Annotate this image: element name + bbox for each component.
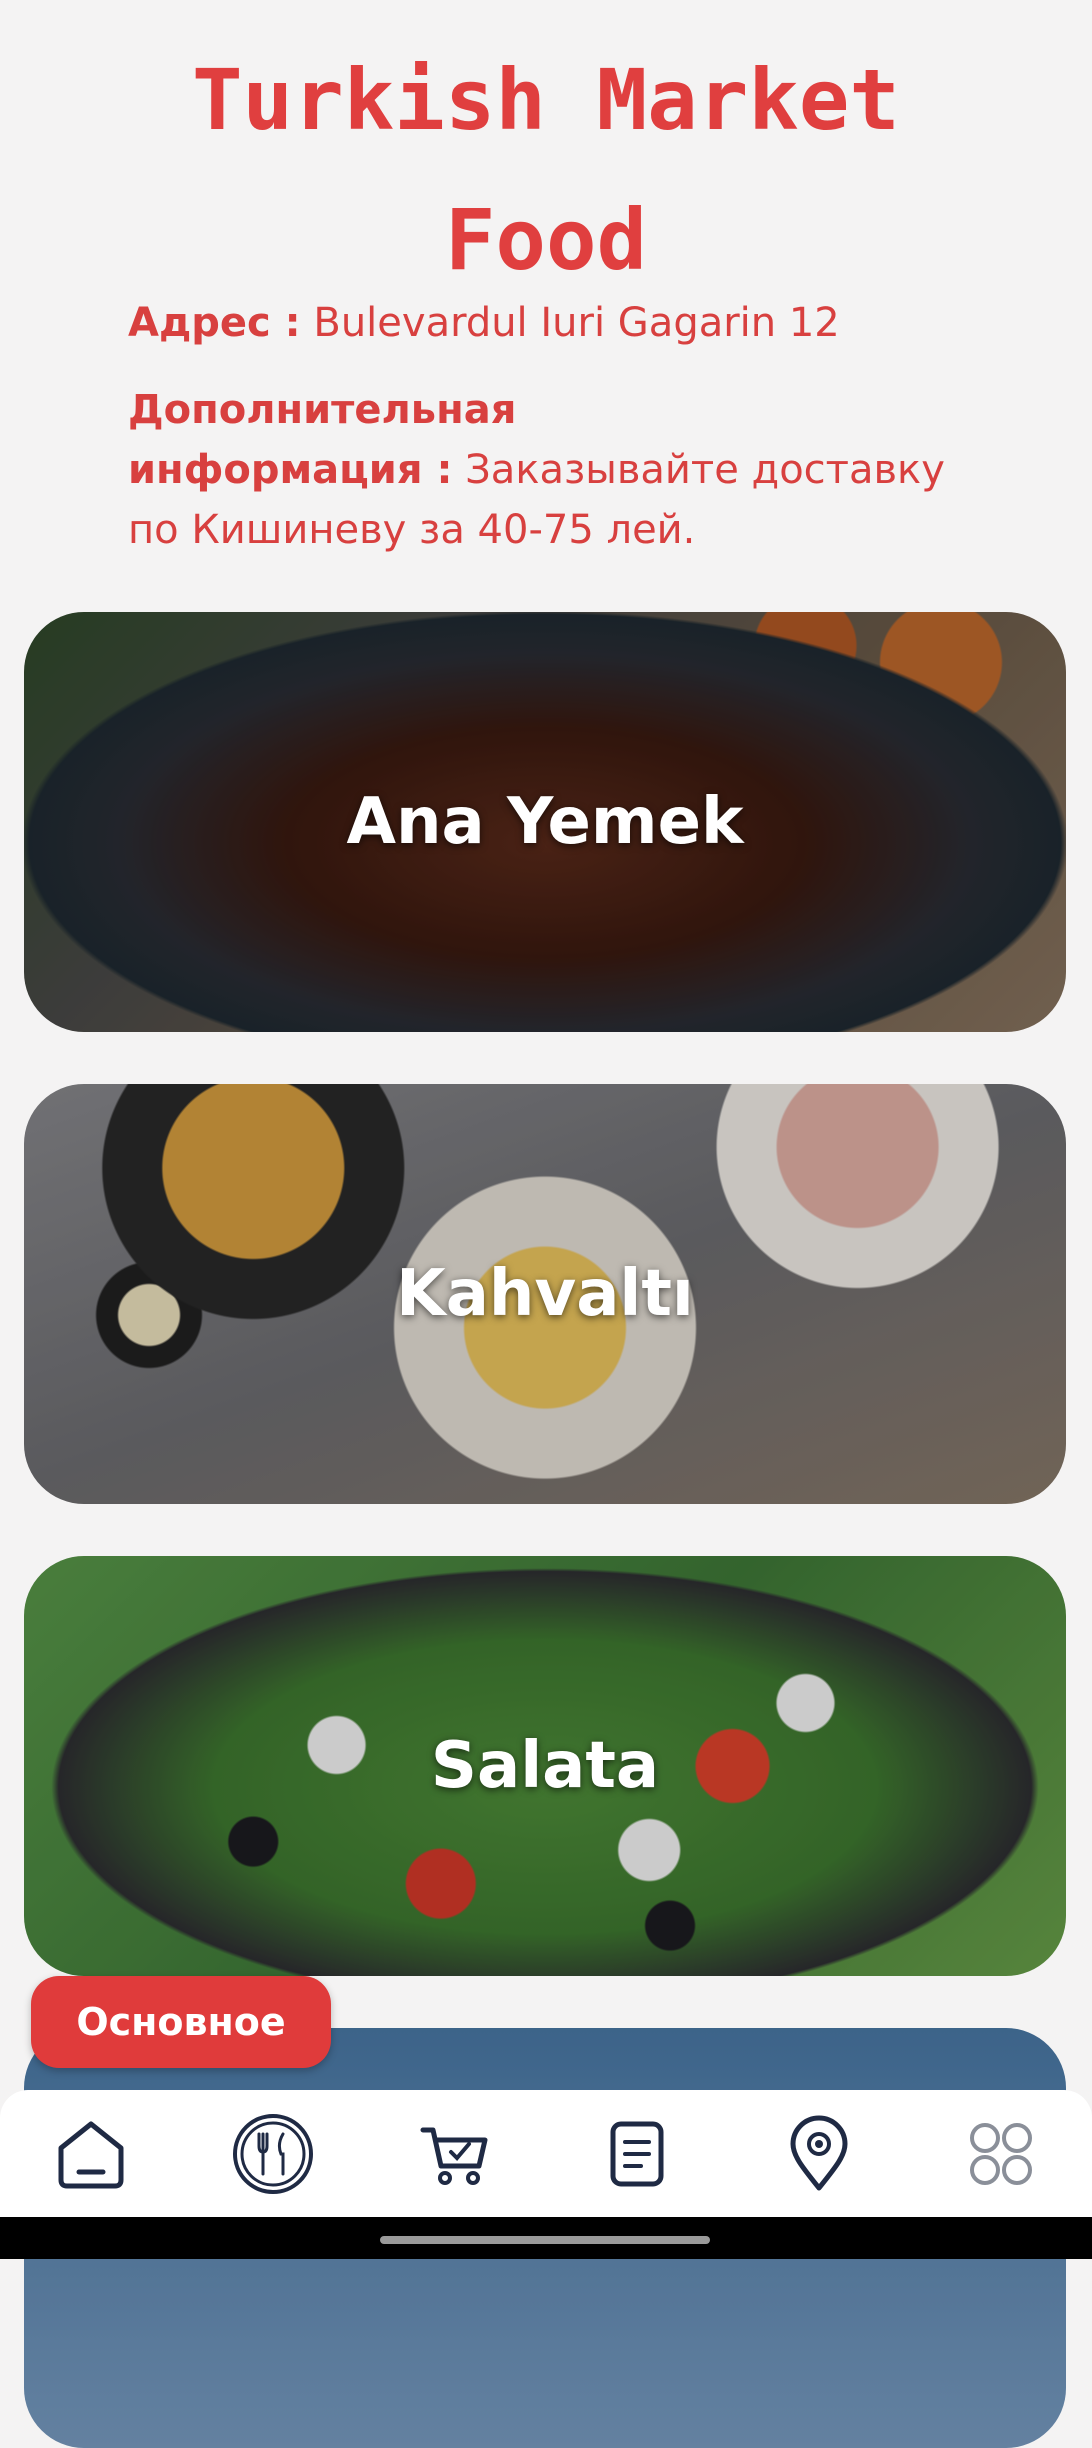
extra-info-label-line1: Дополнительная [128,387,517,433]
extra-info-label-line2: информация : [128,447,453,493]
restaurant-icon [233,2113,313,2194]
bottom-tab-bar [0,2090,1092,2217]
category-label: Ana Yemek [346,785,744,859]
gesture-handle[interactable] [380,2236,710,2244]
tab-location[interactable] [759,2094,879,2214]
extra-info-row: Дополнительная информация : Заказывайте … [128,380,988,560]
location-icon [790,2115,848,2190]
more-grid-icon [970,2122,1032,2185]
main-section-chip[interactable]: Основное [31,1976,331,2068]
tab-more[interactable] [941,2094,1061,2214]
tab-cart[interactable] [395,2094,515,2214]
restaurant-title-line2: Food [444,191,648,289]
tab-home[interactable] [31,2094,151,2214]
restaurant-title: Turkish Market Food [0,30,1092,310]
category-card-kahvalti[interactable]: Kahvaltı [24,1084,1066,1504]
tab-orders[interactable] [577,2094,697,2214]
address-value: Bulevardul Iuri Gagarin 12 [313,300,840,346]
cart-icon [420,2127,488,2185]
restaurant-title-line1: Turkish Market [191,51,900,149]
address-label: Адрес : [128,300,301,346]
tab-menu[interactable] [213,2094,333,2214]
address-row: Адрес : Bulevardul Iuri Gagarin 12 [128,293,988,353]
category-card-ana-yemek[interactable]: Ana Yemek [24,612,1066,1032]
category-label: Kahvaltı [396,1257,694,1331]
home-icon [58,2121,124,2188]
category-card-salata[interactable]: Salata [24,1556,1066,1976]
category-label: Salata [430,1729,660,1803]
orders-icon [610,2121,664,2186]
